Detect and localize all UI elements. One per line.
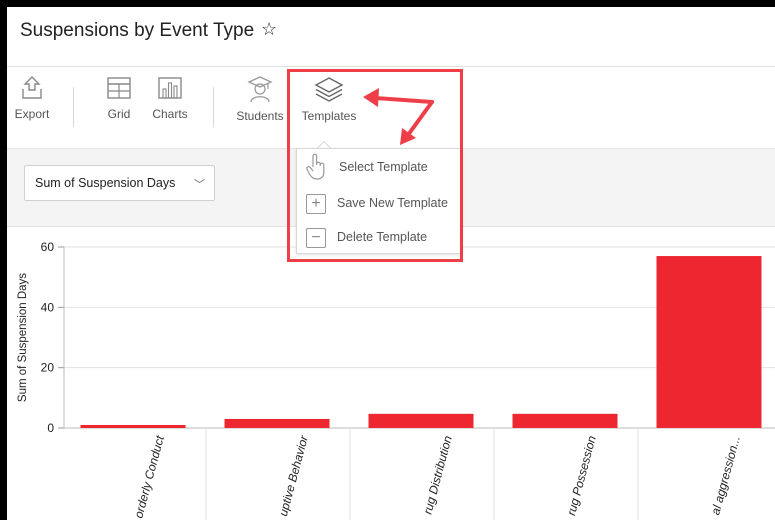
bar [512, 413, 618, 428]
app-window: Suspensions by Event Type ☆ Export Grid [7, 7, 775, 520]
measure-value: Sum of Suspension Days [35, 176, 176, 190]
y-tick-label: 40 [41, 300, 55, 314]
select-template-item[interactable]: Select Template [297, 151, 463, 183]
save-new-template-item[interactable]: + Save New Template [297, 187, 463, 219]
chart-area: 0 20 40 60 Sum of Suspension Days orderly Con… [7, 227, 775, 520]
grid-label: Grid [107, 107, 131, 121]
layers-icon [314, 77, 344, 102]
y-tick-label: 20 [41, 361, 55, 375]
x-tick-label: al aggression... [708, 434, 743, 516]
y-axis-label: Sum of Suspension Days [17, 273, 29, 402]
export-label: Export [14, 107, 50, 121]
save-new-template-label: Save New Template [337, 196, 448, 210]
bar-chart-icon [158, 77, 182, 99]
toolbar-divider [73, 87, 74, 127]
export-icon [22, 76, 42, 99]
toolbar: Export Grid Charts Students Templates [7, 67, 775, 149]
suspension-bar-chart: 0 20 40 60 Sum of Suspension Days orderly Con… [17, 240, 775, 520]
measure-dropdown[interactable]: Sum of Suspension Days ﹀ [24, 165, 215, 201]
page-title: Suspensions by Event Type [20, 20, 255, 41]
chevron-down-icon: ﹀ [194, 179, 205, 191]
hand-pointer-icon [306, 153, 325, 180]
grid-icon [107, 77, 131, 99]
x-tick-label: rug Distribution [420, 434, 454, 516]
minus-box-icon: − [306, 228, 326, 248]
y-tick-label: 60 [41, 240, 55, 254]
delete-template-label: Delete Template [337, 230, 428, 244]
toolbar-divider [213, 87, 214, 127]
plus-box-icon: + [306, 194, 326, 214]
x-tick-label: orderly Conduct [131, 434, 167, 520]
templates-dropdown-menu: Select Template + Save New Template − De… [296, 148, 462, 254]
select-template-label: Select Template [339, 160, 428, 174]
templates-label: Templates [301, 109, 357, 123]
x-tick-label: uptive Behavior [276, 433, 311, 517]
x-tick-label: rug Possession [564, 434, 599, 517]
grid-button[interactable]: Grid [99, 75, 139, 145]
star-outline-icon[interactable]: ☆ [261, 19, 277, 40]
bar [368, 413, 474, 428]
students-button[interactable]: Students [233, 75, 287, 145]
bar [80, 424, 186, 428]
page-header: Suspensions by Event Type ☆ [7, 7, 775, 67]
charts-label: Charts [152, 107, 188, 121]
delete-template-item[interactable]: − Delete Template [297, 221, 463, 253]
student-icon [247, 76, 273, 103]
templates-button[interactable]: Templates [296, 75, 362, 145]
export-button[interactable]: Export [11, 75, 53, 145]
bar [656, 256, 762, 428]
y-tick-label: 0 [47, 421, 54, 435]
bar [224, 418, 330, 428]
students-label: Students [236, 109, 284, 123]
charts-button[interactable]: Charts [147, 75, 193, 145]
